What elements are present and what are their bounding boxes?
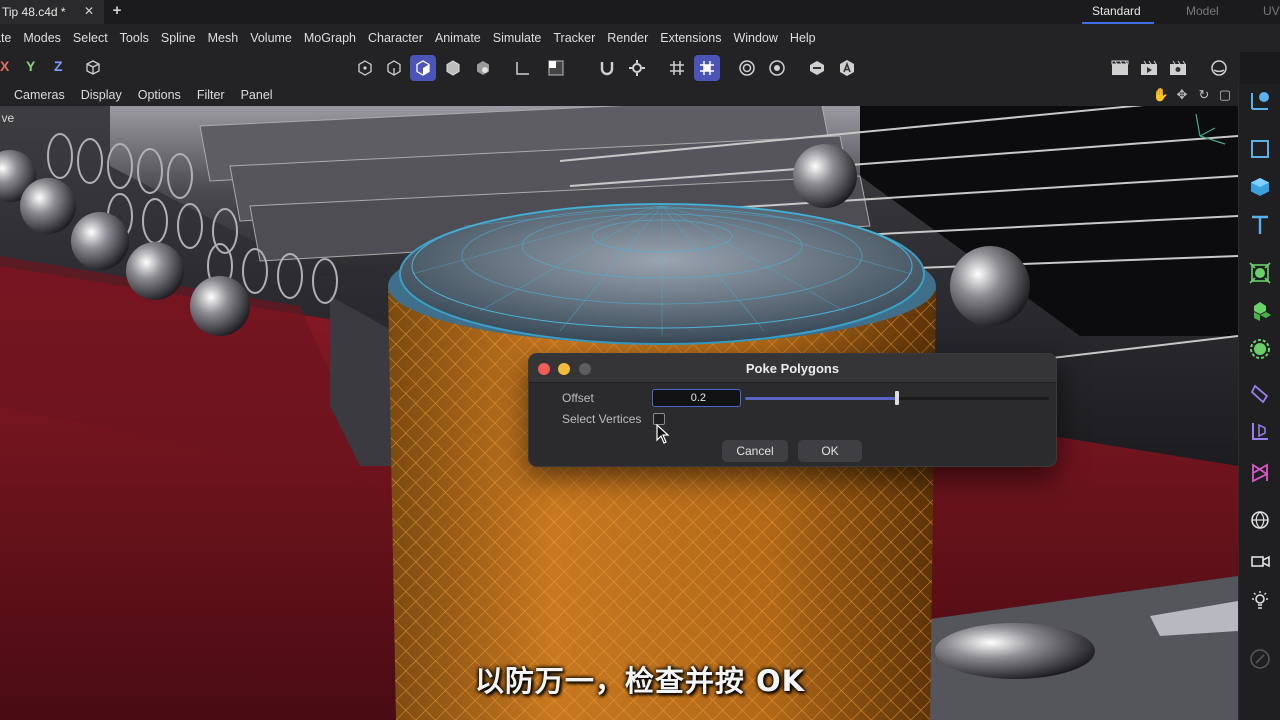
menu-tracker[interactable]: Tracker — [547, 31, 601, 45]
render-settings-icon[interactable] — [1165, 55, 1191, 81]
right-tool-palette — [1238, 84, 1280, 720]
menu-render[interactable]: Render — [601, 31, 654, 45]
coordinate-system-icon[interactable] — [80, 55, 106, 81]
edges-mode-icon[interactable] — [381, 55, 407, 81]
snap-settings-icon[interactable] — [624, 55, 650, 81]
document-tab-label: Tip 48.c4d * — [2, 5, 66, 19]
select-vertices-label: Select Vertices — [562, 412, 642, 426]
solo-icon[interactable] — [543, 55, 569, 81]
select-tool-icon[interactable] — [1247, 88, 1273, 114]
field-icon[interactable] — [1247, 460, 1273, 486]
menu-spline[interactable]: Spline — [155, 31, 202, 45]
offset-slider-handle[interactable] — [895, 391, 899, 405]
close-tab-icon[interactable]: ✕ — [82, 4, 96, 18]
uv-mode-icon[interactable] — [470, 55, 496, 81]
y-axis-toggle[interactable]: Y — [26, 58, 35, 74]
layout-tab-standard[interactable]: Standard — [1092, 4, 1141, 18]
interactive-render-icon[interactable] — [1206, 55, 1232, 81]
video-subtitle: 以防万一，检查并按 OK — [474, 664, 806, 698]
camera-icon[interactable] — [1247, 548, 1273, 574]
offset-field[interactable]: 0.2 — [652, 389, 741, 407]
menu-character[interactable]: Character — [362, 31, 429, 45]
ok-button[interactable]: OK — [798, 440, 862, 462]
light-icon[interactable] — [1247, 588, 1273, 614]
main-toolbar: X Y Z — [0, 52, 1240, 84]
viewport-menu-bar: Cameras Display Options Filter Panel — [0, 84, 1240, 106]
menu-mograph[interactable]: MoGraph — [298, 31, 362, 45]
x-axis-toggle[interactable]: X — [0, 58, 9, 74]
deformer-icon[interactable] — [1247, 380, 1273, 406]
menu-window[interactable]: Window — [727, 31, 783, 45]
menu-help[interactable]: Help — [784, 31, 822, 45]
menu-tools[interactable]: Tools — [114, 31, 155, 45]
cube-primitive-icon[interactable] — [1247, 174, 1273, 200]
menu-select[interactable]: Select — [67, 31, 114, 45]
scene-environment-icon[interactable] — [1247, 508, 1273, 534]
menu-modes[interactable]: Modes — [17, 31, 67, 45]
render-view-icon[interactable] — [1107, 55, 1133, 81]
mograph-fracture-icon[interactable] — [1247, 298, 1273, 324]
menu-extensions[interactable]: Extensions — [654, 31, 727, 45]
rotation-ring-icon[interactable] — [764, 55, 790, 81]
viewport-menu-cameras[interactable]: Cameras — [0, 88, 73, 102]
poke-polygons-dialog: Poke Polygons Offset 0.2 Select Vertices… — [528, 353, 1057, 467]
viewport-label: ve — [2, 111, 15, 125]
mograph-cloner-icon[interactable] — [1247, 260, 1273, 286]
move-view-icon[interactable]: ✥ — [1173, 87, 1191, 103]
menu-simulate[interactable]: Simulate — [487, 31, 548, 45]
menu-create[interactable]: ate — [0, 31, 17, 45]
z-axis-toggle[interactable]: Z — [54, 58, 63, 74]
viewport-menu-panel[interactable]: Panel — [233, 88, 281, 102]
symmetry-icon[interactable] — [734, 55, 760, 81]
maximize-view-icon[interactable]: ▢ — [1216, 87, 1234, 103]
layout-tab-uv[interactable]: UV — [1263, 4, 1280, 18]
bend-deformer-icon[interactable] — [1247, 418, 1273, 444]
title-tab-bar: Tip 48.c4d * ✕ + Standard Model UV — [0, 0, 1280, 24]
offset-slider-fill — [745, 397, 897, 400]
viewport-menu-display[interactable]: Display — [73, 88, 130, 102]
mouse-cursor-icon — [656, 423, 670, 444]
offset-label: Offset — [562, 391, 594, 405]
polygons-mode-icon[interactable] — [410, 55, 436, 81]
main-menu-bar: ate Modes Select Tools Spline Mesh Volum… — [0, 24, 1280, 52]
menu-animate[interactable]: Animate — [429, 31, 487, 45]
dialog-title: Poke Polygons — [745, 361, 840, 376]
menu-mesh[interactable]: Mesh — [202, 31, 245, 45]
cancel-button[interactable]: Cancel — [722, 440, 788, 462]
menu-volume[interactable]: Volume — [244, 31, 298, 45]
mograph-effector-icon[interactable] — [1247, 336, 1273, 362]
points-mode-icon[interactable] — [352, 55, 378, 81]
render-picture-viewer-icon[interactable] — [1136, 55, 1162, 81]
text-spline-icon[interactable] — [1247, 212, 1273, 238]
rotate-view-icon[interactable]: ↻ — [1195, 87, 1213, 103]
text-tool-icon[interactable] — [834, 55, 860, 81]
magnet-snap-icon[interactable] — [594, 55, 620, 81]
viewport-menu-filter[interactable]: Filter — [189, 88, 233, 102]
viewport-menu-options[interactable]: Options — [130, 88, 189, 102]
workplane-snap-icon[interactable] — [694, 55, 720, 81]
layout-tab-model[interactable]: Model — [1186, 4, 1219, 18]
axis-snap-icon[interactable] — [509, 55, 535, 81]
viewport-solo-icon[interactable] — [804, 55, 830, 81]
grid-snap-icon[interactable] — [664, 55, 690, 81]
square-primitive-icon[interactable] — [1247, 136, 1273, 162]
model-mode-icon[interactable] — [440, 55, 466, 81]
pan-hand-icon[interactable]: ✋ — [1152, 87, 1170, 103]
new-tab-icon[interactable]: + — [110, 3, 124, 19]
